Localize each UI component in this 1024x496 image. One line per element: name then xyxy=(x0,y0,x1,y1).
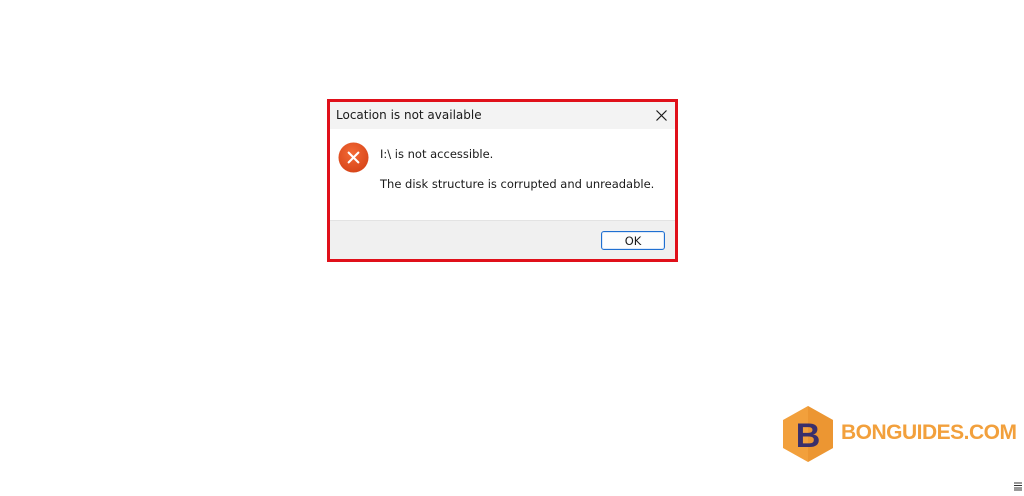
dialog-title: Location is not available xyxy=(336,108,482,122)
watermark-logo: B BONGUIDES.COM xyxy=(780,405,1017,465)
dialog-content: I:\ is not accessible. The disk structur… xyxy=(330,129,675,220)
error-message-primary: I:\ is not accessible. xyxy=(380,147,494,161)
screen: Location is not available I:\ is not acc… xyxy=(0,0,1024,496)
error-message-secondary: The disk structure is corrupted and unre… xyxy=(380,177,655,191)
error-circle-icon xyxy=(338,142,369,173)
dialog-titlebar: Location is not available xyxy=(330,102,675,129)
hexagon-logo-icon: B xyxy=(783,406,833,462)
error-dialog: Location is not available I:\ is not acc… xyxy=(330,102,675,259)
dialog-footer: OK xyxy=(330,220,675,259)
watermark-text: BONGUIDES.COM xyxy=(841,421,1017,444)
close-button[interactable] xyxy=(647,102,675,129)
svg-text:B: B xyxy=(796,417,821,455)
ok-button[interactable]: OK xyxy=(601,231,665,250)
close-icon xyxy=(655,110,667,121)
menu-icon xyxy=(1014,482,1022,491)
